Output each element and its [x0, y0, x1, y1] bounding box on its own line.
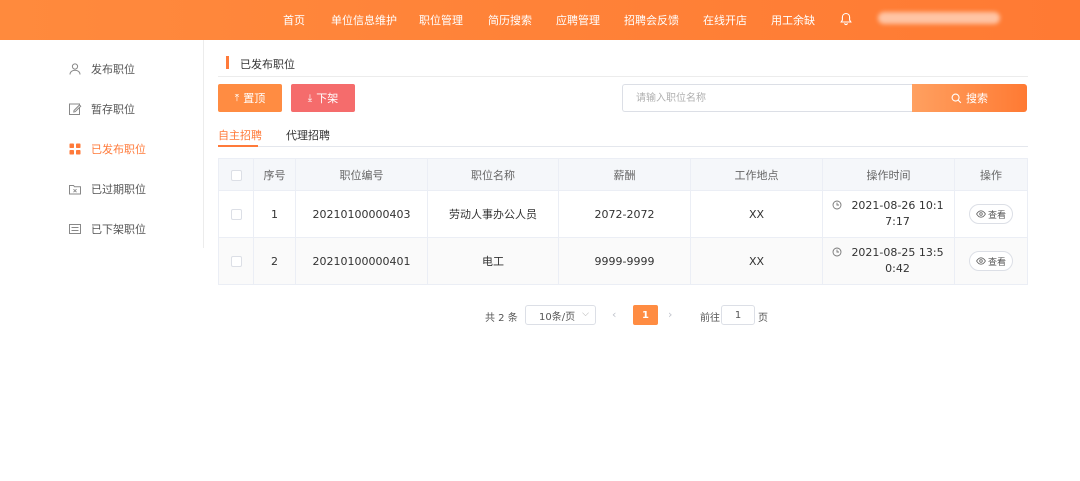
column-header-action: 操作: [954, 158, 1028, 191]
page-size-value: 10条/页: [539, 311, 576, 323]
pagination-total: 共 2 条: [485, 313, 518, 324]
table-row: 2 20210100000401 电工 9999-9999 XX 2021-08…: [218, 237, 1028, 285]
nav-job-fair-feedback[interactable]: 招聘会反馈: [624, 12, 679, 28]
grid-icon: [69, 143, 81, 155]
sidebar-item-label: 已发布职位: [91, 143, 146, 156]
folder-x-icon: [69, 185, 81, 195]
row-select-cell: [218, 237, 254, 285]
jobs-table: 序号 职位编号 职位名称 薪酬 工作地点 操作时间 操作 1 202101000…: [218, 158, 1028, 285]
nav-job-management[interactable]: 职位管理: [419, 12, 463, 28]
list-box-icon: [69, 224, 81, 234]
job-name-search-input[interactable]: [622, 84, 912, 112]
goto-label: 前往: [700, 313, 720, 324]
cell-name: 劳动人事办公人员: [427, 190, 559, 238]
prev-page-button[interactable]: ‹: [612, 308, 616, 321]
bell-icon[interactable]: [838, 11, 854, 27]
page-title: 已发布职位: [240, 58, 295, 71]
active-tab-indicator: [218, 145, 258, 147]
column-header-salary: 薪酬: [558, 158, 691, 191]
chevron-down-icon: ⌵: [582, 309, 589, 319]
cell-time: 2021-08-26 10:17:17: [822, 190, 955, 238]
select-all-cell: [218, 158, 254, 191]
nav-application-management[interactable]: 应聘管理: [556, 12, 600, 28]
sidebar-item-label: 已过期职位: [91, 183, 146, 196]
cell-location: XX: [690, 190, 823, 238]
cell-action: 查看: [954, 237, 1028, 285]
cell-no: 1: [253, 190, 296, 238]
cell-time: 2021-08-25 13:50:42: [822, 237, 955, 285]
top-nav: 首页 单位信息维护 职位管理 简历搜索 应聘管理 招聘会反馈 在线开店 用工余缺: [0, 0, 1080, 40]
nav-unit-info[interactable]: 单位信息维护: [331, 12, 397, 28]
row-select-cell: [218, 190, 254, 238]
cell-salary: 2072-2072: [558, 190, 691, 238]
current-page-button[interactable]: 1: [633, 305, 658, 325]
cell-code: 20210100000401: [295, 237, 428, 285]
cell-no: 2: [253, 237, 296, 285]
sidebar-item-removed-jobs[interactable]: 已下架职位: [68, 219, 146, 239]
select-all-checkbox[interactable]: [230, 169, 242, 181]
row-checkbox[interactable]: [230, 256, 242, 267]
clock-icon: [832, 247, 841, 257]
sidebar: 发布职位 暂存职位 已发布职位 已过期职位 已下架职位: [0, 40, 204, 248]
top-header: 首页 单位信息维护 职位管理 简历搜索 应聘管理 招聘会反馈 在线开店 用工余缺: [0, 0, 1080, 40]
upload-icon: ⤒: [234, 92, 240, 104]
sidebar-item-published-jobs[interactable]: 已发布职位: [68, 139, 146, 159]
goto-page-input[interactable]: [721, 305, 755, 325]
column-header-code: 职位编号: [295, 158, 428, 191]
take-down-button[interactable]: ⤓ 下架: [291, 84, 355, 112]
heading-divider: [218, 76, 1028, 77]
operation-time: 2021-08-26 10:17:17: [851, 199, 944, 228]
edit-icon: [69, 103, 82, 115]
nav-resume-search[interactable]: 简历搜索: [488, 12, 532, 28]
table-row: 1 20210100000403 劳动人事办公人员 2072-2072 XX 2…: [218, 190, 1028, 238]
table-header-row: 序号 职位编号 职位名称 薪酬 工作地点 操作时间 操作: [218, 158, 1028, 191]
tabs-divider: [218, 146, 1028, 147]
cell-name: 电工: [427, 237, 559, 285]
view-button[interactable]: 查看: [968, 251, 1013, 271]
view-button-label: 查看: [987, 257, 1006, 268]
row-checkbox[interactable]: [230, 209, 242, 220]
view-button-label: 查看: [987, 210, 1006, 221]
nav-online-store[interactable]: 在线开店: [703, 12, 747, 28]
tab-self-recruitment[interactable]: 自主招聘: [218, 127, 262, 143]
column-header-time: 操作时间: [822, 158, 955, 191]
tab-agent-recruitment[interactable]: 代理招聘: [286, 127, 330, 143]
operation-time: 2021-08-25 13:50:42: [851, 246, 944, 275]
search-icon: [951, 93, 962, 103]
sidebar-item-label: 已下架职位: [91, 223, 146, 236]
view-button[interactable]: 查看: [968, 204, 1013, 224]
sidebar-item-label: 暂存职位: [91, 103, 135, 116]
user-icon: [69, 63, 81, 75]
sidebar-item-label: 发布职位: [91, 63, 135, 76]
user-name-blurred[interactable]: [878, 12, 1000, 24]
cell-salary: 9999-9999: [558, 237, 691, 285]
next-page-button[interactable]: ›: [668, 308, 672, 321]
pin-top-label: 置顶: [243, 92, 266, 105]
search-button-label: 搜索: [966, 92, 988, 105]
column-header-name: 职位名称: [427, 158, 559, 191]
heading-accent-bar: [226, 56, 229, 69]
take-down-label: 下架: [316, 92, 339, 105]
sidebar-item-expired-jobs[interactable]: 已过期职位: [68, 179, 146, 199]
cell-action: 查看: [954, 190, 1028, 238]
cell-code: 20210100000403: [295, 190, 428, 238]
cell-location: XX: [690, 237, 823, 285]
sidebar-item-draft-jobs[interactable]: 暂存职位: [68, 99, 135, 119]
nav-home[interactable]: 首页: [283, 12, 305, 28]
eye-icon: [976, 257, 986, 265]
sidebar-item-publish-job[interactable]: 发布职位: [68, 59, 135, 79]
pin-top-button[interactable]: ⤒ 置顶: [218, 84, 282, 112]
search-button[interactable]: 搜索: [912, 84, 1027, 112]
pagination: 共 2 条 10条/页 ⌵ ‹ 1 › 前往 页: [0, 305, 1080, 325]
nav-labor-supply[interactable]: 用工余缺: [771, 12, 815, 28]
column-header-no: 序号: [253, 158, 296, 191]
page-suffix: 页: [758, 313, 768, 324]
download-icon: ⤓: [307, 92, 313, 104]
eye-icon: [976, 210, 986, 218]
page-size-select[interactable]: 10条/页 ⌵: [525, 305, 596, 325]
clock-icon: [832, 200, 841, 210]
column-header-location: 工作地点: [690, 158, 823, 191]
